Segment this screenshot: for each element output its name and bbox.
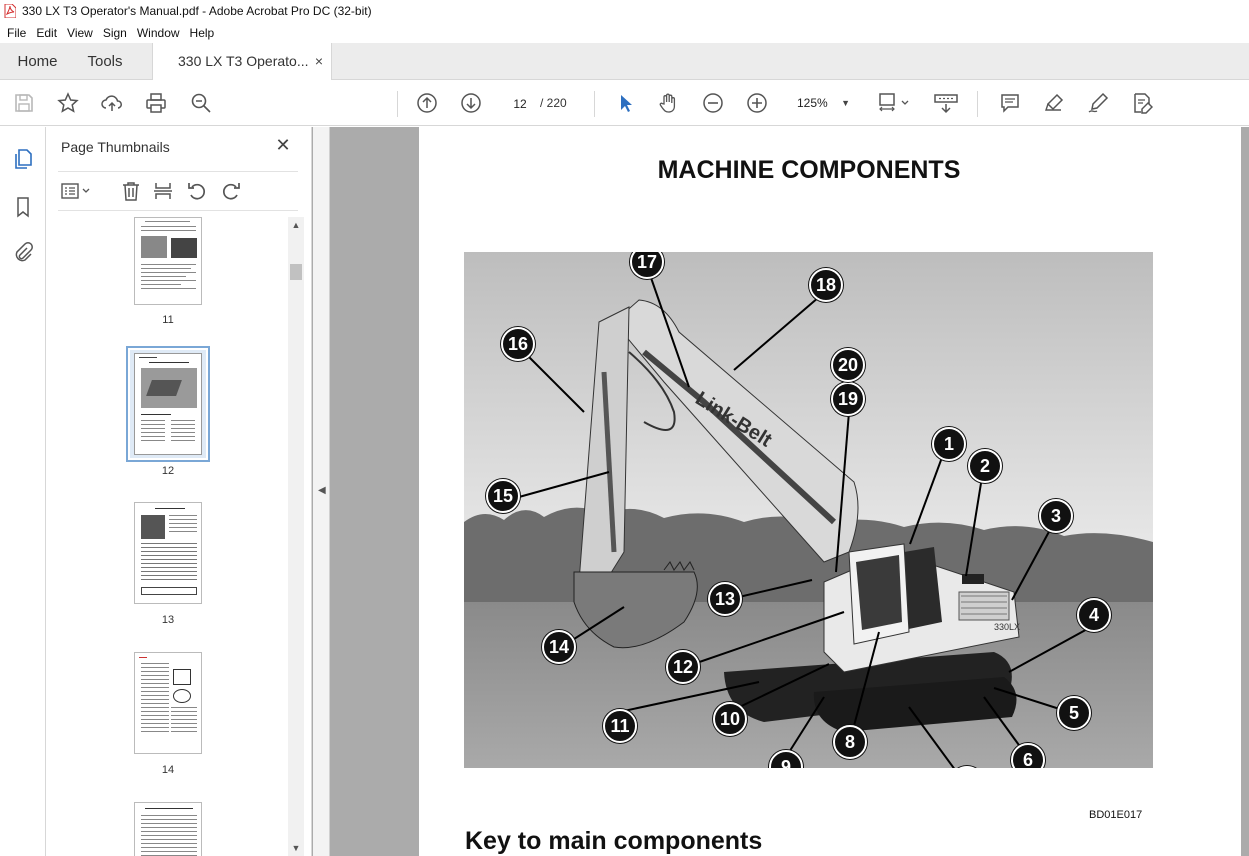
fit-page-icon[interactable] xyxy=(876,91,912,115)
upload-icon[interactable] xyxy=(100,91,124,115)
menu-edit[interactable]: Edit xyxy=(31,26,62,40)
key-heading: Key to main components xyxy=(465,827,763,855)
callout-18: 18 xyxy=(809,268,843,302)
delete-page-icon[interactable] xyxy=(120,180,142,202)
tab-document-label: 330 LX T3 Operato... xyxy=(178,53,309,69)
panel-close-button[interactable]: ✕ xyxy=(273,135,293,156)
extract-pages-icon[interactable] xyxy=(152,180,174,202)
print-icon[interactable] xyxy=(144,91,168,115)
bookmark-star-icon[interactable] xyxy=(56,91,80,115)
scroll-mode-icon[interactable] xyxy=(932,91,960,115)
select-cursor-icon[interactable] xyxy=(613,91,637,115)
menu-file[interactable]: File xyxy=(2,26,31,40)
left-navigation-rail xyxy=(0,127,46,856)
thumbnail-options-icon[interactable] xyxy=(60,180,94,202)
panel-collapse-handle[interactable]: ◀ xyxy=(313,127,330,856)
chevron-down-icon: ▼ xyxy=(841,98,850,108)
rotate-counterclockwise-icon[interactable] xyxy=(186,180,208,202)
zoom-out-icon[interactable] xyxy=(701,91,725,115)
save-icon[interactable] xyxy=(12,91,36,115)
callout-4: 4 xyxy=(1077,598,1111,632)
callout-16: 16 xyxy=(501,327,535,361)
bookmarks-icon[interactable] xyxy=(11,195,35,219)
rotate-clockwise-icon[interactable] xyxy=(220,180,242,202)
callout-12: 12 xyxy=(666,650,700,684)
page-number-input[interactable]: 12 xyxy=(502,90,538,116)
edit-pdf-icon[interactable] xyxy=(1130,91,1154,115)
callout-11: 11 xyxy=(603,709,637,743)
callout-8: 8 xyxy=(833,725,867,759)
thumbnail-label: 11 xyxy=(162,314,174,326)
menu-window[interactable]: Window xyxy=(132,26,185,40)
window-title: 330 LX T3 Operator's Manual.pdf - Adobe … xyxy=(22,4,372,18)
panel-title: Page Thumbnails xyxy=(61,139,170,155)
main-toolbar xyxy=(0,80,1249,126)
toolbar-divider xyxy=(977,91,978,117)
callout-19: 19 xyxy=(831,382,865,416)
zoom-in-icon[interactable] xyxy=(745,91,769,115)
figure-code: BD01E017 xyxy=(1089,809,1143,821)
callout-14: 14 xyxy=(542,630,576,664)
excavator-photo: Link-Belt 330LX 1 2 3 4 5 6 8 9 10 11 12… xyxy=(464,252,1153,768)
zoom-value: 125% xyxy=(797,96,828,110)
page-thumbnails-icon[interactable] xyxy=(11,147,35,171)
collapse-left-icon: ◀ xyxy=(318,485,326,496)
scroll-up-arrow[interactable]: ▲ xyxy=(288,217,304,233)
tab-home[interactable]: Home xyxy=(0,43,75,80)
page-down-icon[interactable] xyxy=(459,91,483,115)
pdf-page: MACHINE COMPONENTS Link-Belt 330LX 1 2 3… xyxy=(419,127,1241,856)
tab-tools[interactable]: Tools xyxy=(75,43,135,80)
page-thumbnail-12-selected[interactable] xyxy=(126,346,210,462)
callout-10: 10 xyxy=(713,702,747,736)
page-thumbnail-15[interactable] xyxy=(134,802,202,856)
sign-icon[interactable] xyxy=(1086,91,1110,115)
page-heading: MACHINE COMPONENTS xyxy=(657,156,961,184)
toolbar-divider xyxy=(594,91,595,117)
page-thumbnail-14[interactable] xyxy=(134,652,202,754)
toolbar-divider xyxy=(397,91,398,117)
acrobat-pdf-icon xyxy=(4,3,17,19)
thumbnail-label: 14 xyxy=(161,764,175,776)
callout-3: 3 xyxy=(1039,499,1073,533)
hand-icon[interactable] xyxy=(657,91,681,115)
callout-1: 1 xyxy=(932,427,966,461)
page-thumbnail-13[interactable] xyxy=(134,502,202,604)
menu-sign[interactable]: Sign xyxy=(98,26,132,40)
callout-5: 5 xyxy=(1057,696,1091,730)
callout-13: 13 xyxy=(708,582,742,616)
attachments-icon[interactable] xyxy=(11,240,35,264)
page-up-icon[interactable] xyxy=(415,91,439,115)
menu-help[interactable]: Help xyxy=(185,26,220,40)
title-bar: 330 LX T3 Operator's Manual.pdf - Adobe … xyxy=(0,0,1249,22)
callout-20: 20 xyxy=(831,348,865,382)
zoom-select[interactable]: 125% ▼ xyxy=(790,90,858,116)
menu-bar: File Edit View Sign Window Help xyxy=(0,22,1249,43)
scrollbar-thumb[interactable] xyxy=(290,264,302,280)
thumbnail-toolbar xyxy=(58,171,298,211)
callout-2: 2 xyxy=(968,449,1002,483)
model-decal-text: 330LX xyxy=(994,622,1020,632)
highlight-icon[interactable] xyxy=(1042,91,1066,115)
tab-bar: Home Tools 330 LX T3 Operato... × xyxy=(0,43,1249,81)
page-total: / 220 xyxy=(540,96,567,110)
thumbnail-label: 12 xyxy=(161,465,175,477)
thumbnail-label: 13 xyxy=(161,614,175,626)
menu-view[interactable]: View xyxy=(62,26,98,40)
page-thumbnails-panel: Page Thumbnails ✕ 11 12 13 14 ▲ ▼ xyxy=(46,127,312,856)
comment-icon[interactable] xyxy=(998,91,1022,115)
tab-close-button[interactable]: × xyxy=(315,43,323,80)
scroll-down-arrow[interactable]: ▼ xyxy=(288,840,304,856)
thumbnail-list: 11 12 13 14 xyxy=(46,217,310,856)
zoom-search-icon[interactable] xyxy=(189,91,213,115)
thumbnail-scrollbar[interactable]: ▲ ▼ xyxy=(288,217,304,856)
tab-document[interactable]: 330 LX T3 Operato... × xyxy=(152,43,332,81)
page-thumbnail-11[interactable] xyxy=(134,217,202,305)
callout-15: 15 xyxy=(486,479,520,513)
